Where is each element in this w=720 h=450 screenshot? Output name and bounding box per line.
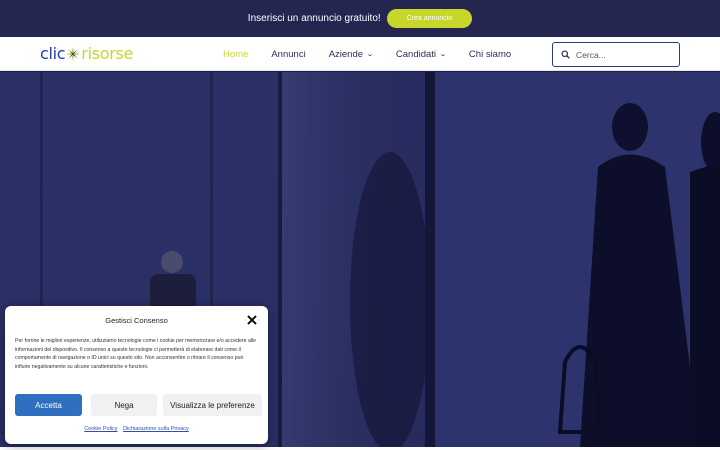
nav-item-label: Home bbox=[223, 48, 249, 60]
main-nav: Home Annunci Aziende ⌄ Candidati ⌄ Chi s… bbox=[223, 37, 534, 71]
promo-text: Inserisci un annuncio gratuito! bbox=[247, 13, 381, 24]
nav-item-annunci[interactable]: Annunci bbox=[271, 49, 305, 60]
site-logo[interactable]: clic risorse bbox=[40, 44, 133, 63]
search-box[interactable] bbox=[552, 42, 680, 67]
site-header: clic risorse Home Annunci Aziende ⌄ Cand… bbox=[0, 37, 720, 71]
cookie-policy-link[interactable]: Cookie Policy bbox=[84, 426, 117, 432]
chevron-down-icon: ⌄ bbox=[439, 51, 447, 58]
nav-item-label: Annunci bbox=[271, 48, 306, 60]
cookie-consent-dialog: Gestisci Consenso Per fornire le miglior… bbox=[5, 306, 268, 444]
nav-item-label: Candidati bbox=[395, 48, 437, 60]
accept-button[interactable]: Accetta bbox=[15, 394, 82, 416]
logo-text-part1: clic bbox=[40, 44, 66, 63]
close-icon[interactable] bbox=[247, 315, 257, 325]
promo-bar: Inserisci un annuncio gratuito! Crea ann… bbox=[0, 0, 720, 37]
search-input[interactable] bbox=[576, 49, 671, 60]
view-preferences-button[interactable]: Visualizza le preferenze bbox=[163, 394, 262, 416]
consent-text: Per fornire le migliori esperienze, util… bbox=[15, 338, 257, 370]
consent-links: Cookie Policy Dichiarazione sulla Privac… bbox=[5, 426, 268, 432]
logo-text-part2: risorse bbox=[81, 44, 134, 63]
search-icon bbox=[561, 50, 570, 59]
nav-item-label: Aziende bbox=[328, 48, 364, 60]
nav-item-chi-siamo[interactable]: Chi siamo bbox=[469, 49, 511, 60]
nav-item-candidati[interactable]: Candidati ⌄ bbox=[395, 48, 447, 60]
deny-button[interactable]: Nega bbox=[91, 394, 157, 416]
privacy-statement-link[interactable]: Dichiarazione sulla Privacy bbox=[123, 426, 189, 432]
chevron-down-icon: ⌄ bbox=[366, 51, 374, 58]
consent-title: Gestisci Consenso bbox=[105, 316, 168, 325]
logo-star-icon bbox=[66, 46, 81, 61]
nav-item-home[interactable]: Home bbox=[223, 49, 248, 60]
nav-item-aziende[interactable]: Aziende ⌄ bbox=[328, 48, 374, 60]
nav-item-label: Chi siamo bbox=[468, 48, 512, 60]
create-ad-button[interactable]: Crea annuncio bbox=[386, 9, 473, 28]
